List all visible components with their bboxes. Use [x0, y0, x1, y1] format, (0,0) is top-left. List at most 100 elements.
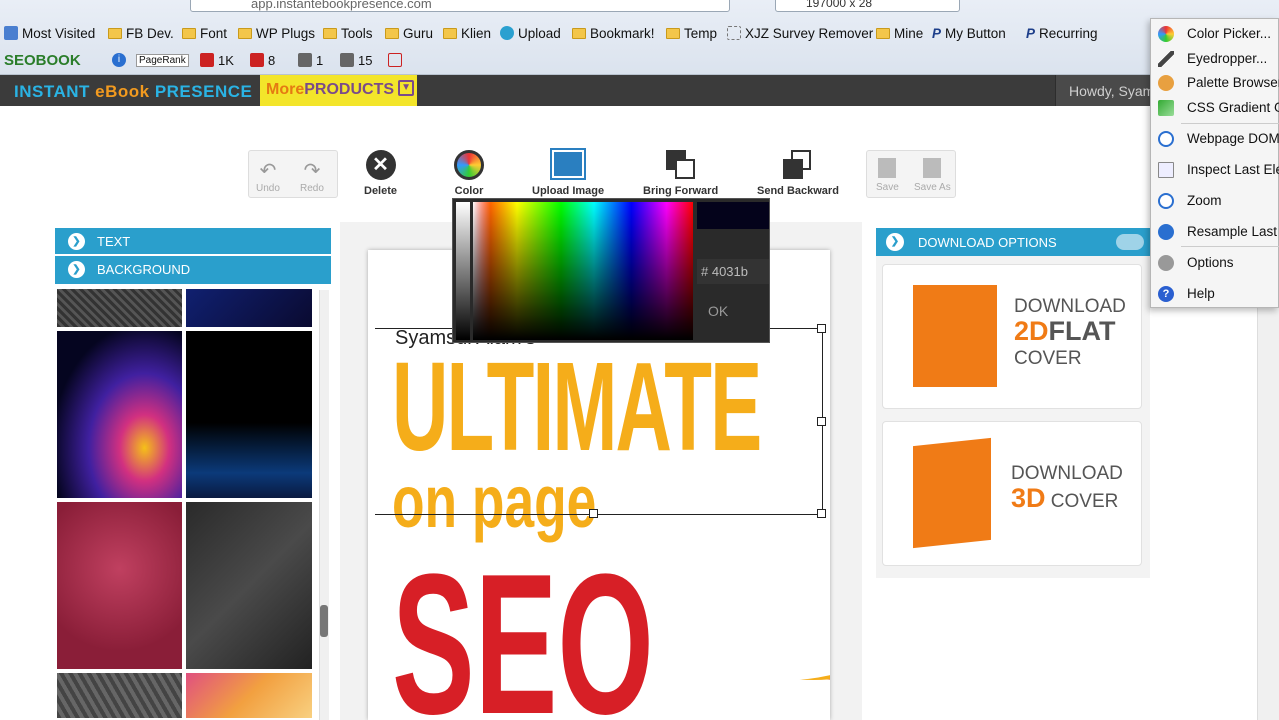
- colorzilla-menu: Color Picker... Eyedropper... Palette Br…: [1150, 18, 1279, 308]
- menu-item-resample[interactable]: Resample Last L: [1151, 219, 1279, 245]
- background-thumbnail[interactable]: [55, 329, 184, 500]
- seobook-brand[interactable]: SEOBOOK: [4, 51, 81, 69]
- url-bar[interactable]: app.instantebookpresence.com: [190, 0, 730, 12]
- seo-stat-2[interactable]: 8: [250, 51, 275, 69]
- resize-handle[interactable]: [817, 324, 826, 333]
- menu-item-zoom[interactable]: Zoom: [1151, 188, 1279, 214]
- bookmark-fb-dev[interactable]: FB Dev.: [108, 24, 174, 42]
- save-button[interactable]: Save: [876, 158, 899, 193]
- download-options-header[interactable]: ❯ DOWNLOAD OPTIONS: [876, 228, 1150, 256]
- seo-extra[interactable]: [388, 51, 402, 69]
- bookmark-most-visited[interactable]: Most Visited: [4, 24, 95, 42]
- background-thumbnail[interactable]: [55, 500, 184, 671]
- color-ok-button[interactable]: OK: [708, 303, 728, 319]
- background-thumbnail[interactable]: [184, 671, 314, 720]
- color-picker-popup: OK: [452, 198, 770, 343]
- menu-item-palette-browser[interactable]: Palette Browser...: [1151, 70, 1279, 96]
- menu-item-css-gradient[interactable]: CSS Gradient Generator: [1151, 95, 1279, 121]
- download-3d-cover: COVER: [1050, 491, 1119, 512]
- majestic-icon: [250, 53, 264, 67]
- resize-handle[interactable]: [817, 417, 826, 426]
- bookmark-my-button[interactable]: P My Button: [932, 24, 1006, 42]
- background-thumbnail[interactable]: [184, 500, 314, 671]
- folder-icon: [182, 27, 196, 39]
- cover-title-onpage[interactable]: on page: [392, 462, 596, 542]
- save-as-label: Save As: [914, 182, 951, 193]
- hex-color-input[interactable]: [697, 259, 769, 284]
- background-thumbnail[interactable]: [55, 287, 184, 329]
- bookmark-mine[interactable]: Mine: [876, 24, 923, 42]
- menu-item-help[interactable]: ? Help: [1151, 281, 1279, 307]
- more-label: More: [266, 81, 305, 98]
- menu-label: Webpage DOM: [1187, 131, 1279, 146]
- send-backward-button[interactable]: Send Backward: [757, 150, 839, 197]
- resize-handle[interactable]: [589, 509, 598, 518]
- delete-button[interactable]: ✕ Delete: [364, 150, 397, 197]
- menu-item-webpage-dom[interactable]: Webpage DOM: [1151, 126, 1279, 152]
- bookmark-label: Guru: [403, 25, 434, 41]
- seo-stat-4[interactable]: 15: [340, 51, 372, 69]
- bookmark-klien[interactable]: Klien: [443, 24, 491, 42]
- app-logo[interactable]: INSTANT eBook PRESENCE: [14, 82, 252, 102]
- bookmark-tools[interactable]: Tools: [323, 24, 373, 42]
- bookmark-label: Mine: [894, 25, 924, 41]
- color-hue-slider[interactable]: [456, 202, 470, 340]
- menu-label: Zoom: [1187, 193, 1222, 208]
- download-3d-card[interactable]: DOWNLOAD 3D COVER: [882, 421, 1142, 566]
- color-button[interactable]: Color: [454, 150, 484, 197]
- bookmark-label: Recurring: [1039, 25, 1098, 41]
- gear-icon: [1158, 255, 1174, 271]
- chevron-right-icon: ❯: [68, 233, 85, 250]
- download-2d-flat-card[interactable]: DOWNLOAD 2DFLAT COVER: [882, 264, 1142, 409]
- resize-handle[interactable]: [817, 509, 826, 518]
- save-as-button[interactable]: Save As: [914, 158, 951, 193]
- bookmark-guru[interactable]: Guru: [385, 24, 433, 42]
- menu-item-eyedropper[interactable]: Eyedropper...: [1151, 46, 1279, 72]
- redo-button[interactable]: ↷ Redo: [300, 158, 324, 194]
- bookmark-upload[interactable]: Upload: [500, 24, 561, 42]
- delete-icon: ✕: [365, 150, 396, 180]
- menu-item-color-picker[interactable]: Color Picker...: [1151, 21, 1279, 47]
- upload-label: Upload Image: [532, 185, 605, 197]
- color-spectrum[interactable]: [473, 202, 693, 340]
- upload-image-button[interactable]: Upload Image: [532, 148, 605, 197]
- page-icon: [727, 26, 741, 40]
- bookmark-xjz[interactable]: XJZ Survey Remover: [727, 24, 873, 42]
- info-button[interactable]: i: [112, 51, 126, 69]
- upload-icon: [500, 26, 514, 40]
- stat-icon: [298, 53, 312, 67]
- seo-stat-1[interactable]: 1K: [200, 51, 234, 69]
- bookmark-font[interactable]: Font: [182, 24, 227, 42]
- menu-label: Resample Last L: [1187, 224, 1279, 239]
- pagerank-widget[interactable]: PageRank: [136, 51, 189, 69]
- background-thumbnail[interactable]: [184, 329, 314, 500]
- cover-title-ultimate[interactable]: ULTIMATE: [392, 342, 762, 472]
- cover-title-seo[interactable]: SEO: [392, 540, 654, 720]
- search-input[interactable]: 197000 x 28: [775, 0, 960, 12]
- bookmark-label: Tools: [341, 25, 373, 41]
- menu-item-inspect-last[interactable]: Inspect Last Element: [1151, 157, 1279, 183]
- background-accordion[interactable]: ❯ BACKGROUND: [55, 256, 331, 284]
- url-text: app.instantebookpresence.com: [251, 0, 432, 11]
- bring-forward-button[interactable]: Bring Forward: [643, 150, 718, 197]
- redo-label: Redo: [300, 183, 324, 194]
- folder-icon: [666, 27, 680, 39]
- bookmark-temp[interactable]: Temp: [666, 24, 717, 42]
- bookmark-bookmark[interactable]: Bookmark!: [572, 24, 655, 42]
- background-thumbnail[interactable]: [184, 287, 314, 329]
- bookmark-wp-plugs[interactable]: WP Plugs: [238, 24, 315, 42]
- bookmark-recurring[interactable]: P Recurring: [1026, 24, 1098, 42]
- palette-icon: [1158, 75, 1174, 91]
- download-2d-big: 2D: [1014, 316, 1049, 346]
- text-accordion[interactable]: ❯ TEXT: [55, 228, 331, 256]
- scrollbar-thumb[interactable]: [320, 605, 328, 637]
- bookmark-label: Upload: [518, 25, 561, 41]
- palette-icon: [454, 150, 484, 180]
- more-products-button[interactable]: MorePRODUCTS ▼: [260, 75, 417, 106]
- menu-item-options[interactable]: Options: [1151, 250, 1279, 276]
- undo-button[interactable]: ↶ Undo: [256, 158, 280, 194]
- background-thumbnail[interactable]: [55, 671, 184, 720]
- seo-stat-3[interactable]: 1: [298, 51, 323, 69]
- thumbnail-scrollbar[interactable]: [319, 290, 329, 720]
- logo-part-right: PRESENCE: [149, 82, 253, 101]
